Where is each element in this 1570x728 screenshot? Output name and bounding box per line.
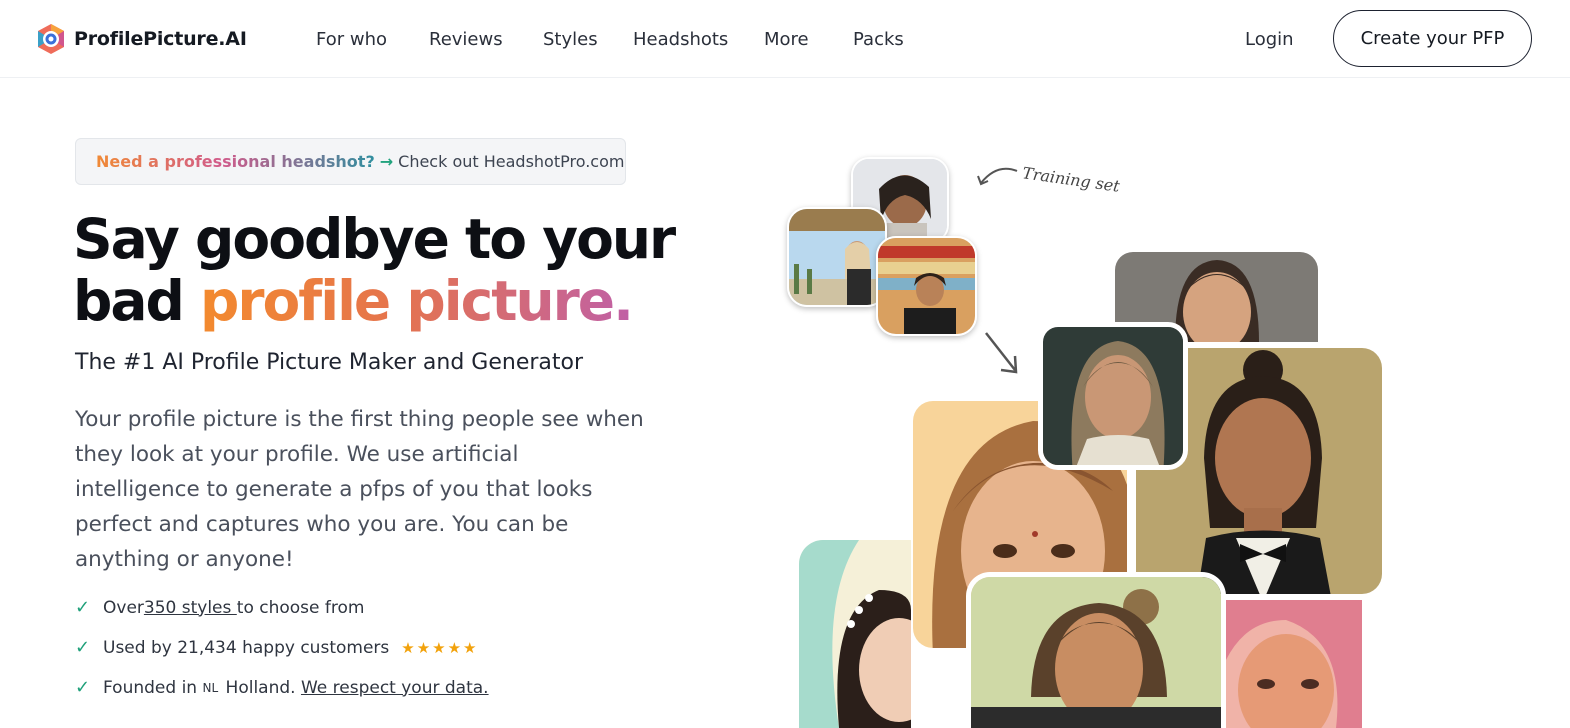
- hero-title-line2: bad profile picture.: [73, 270, 674, 332]
- login-link[interactable]: Login: [1245, 29, 1294, 50]
- training-photo-2: [787, 207, 887, 307]
- styles-link[interactable]: 350 styles: [144, 598, 237, 618]
- portrait-illustration: [1226, 600, 1362, 728]
- hero-title: Say goodbye to your bad profile picture.: [73, 207, 676, 332]
- promo-link[interactable]: Check out HeadshotPro.com: [398, 152, 624, 171]
- arrow-right-icon: →: [379, 152, 394, 171]
- check-icon: ✓: [75, 677, 91, 698]
- headshot-promo-banner[interactable]: Need a professional headshot? → Check ou…: [75, 138, 626, 185]
- generated-photo-dark: [1038, 322, 1188, 470]
- checklist-text: Used by 21,434 happy customers: [103, 637, 390, 658]
- checklist-item-styles: ✓ Over 350 styles to choose from: [75, 597, 364, 618]
- brand-logo[interactable]: ProfilePicture.AI: [34, 22, 247, 56]
- checklist-text: Over: [103, 597, 144, 618]
- nav-item-styles[interactable]: Styles: [543, 29, 598, 50]
- nav-item-for-who[interactable]: For who: [316, 29, 387, 50]
- portrait-illustration: [971, 577, 1221, 728]
- rating-stars-icon: ★★★★★: [401, 638, 479, 657]
- brand-name: ProfilePicture.AI: [74, 28, 247, 50]
- check-icon: ✓: [75, 597, 91, 618]
- nav-item-headshots[interactable]: Headshots: [633, 29, 728, 50]
- hero-title-gradient: profile picture.: [200, 269, 634, 333]
- hero-title-plain: bad: [73, 269, 201, 333]
- checklist-text: Founded in: [103, 677, 203, 698]
- checklist-item-customers: ✓ Used by 21,434 happy customers ★★★★★: [75, 637, 479, 658]
- checklist-text: to choose from: [236, 597, 365, 618]
- curved-arrow-icon: [977, 167, 1018, 186]
- portrait-illustration: [789, 209, 885, 305]
- training-photo-3: [876, 236, 977, 336]
- arrow-down-right-icon: [985, 332, 1018, 374]
- portrait-illustration: [1043, 327, 1183, 465]
- promo-highlight: Need a professional headshot?: [96, 152, 375, 171]
- generated-photo-pink: [1226, 600, 1362, 728]
- hero-description: Your profile picture is the first thing …: [75, 407, 644, 572]
- top-navigation-bar: ProfilePicture.AI For who Reviews Styles…: [0, 0, 1570, 78]
- generated-photo-green: [966, 572, 1226, 728]
- training-set-label: Training set: [1021, 163, 1121, 196]
- checklist-text: Holland.: [220, 677, 301, 698]
- generated-photo-mint: [799, 540, 911, 728]
- create-pfp-button[interactable]: Create your PFP: [1333, 10, 1532, 67]
- portrait-illustration: [878, 238, 975, 334]
- hero-title-line1: Say goodbye to your: [73, 207, 676, 271]
- logo-icon: [38, 24, 64, 54]
- hero-subtitle: The #1 AI Profile Picture Maker and Gene…: [75, 350, 584, 375]
- data-privacy-link[interactable]: We respect your data.: [301, 678, 489, 698]
- portrait-illustration: [799, 540, 911, 728]
- nav-item-packs[interactable]: Packs: [853, 29, 904, 50]
- nl-flag-icon: NL: [202, 680, 219, 695]
- check-icon: ✓: [75, 637, 91, 658]
- nav-item-more[interactable]: More: [764, 29, 809, 50]
- checklist-item-founded: ✓ Founded in NL Holland. We respect your…: [75, 677, 489, 698]
- nav-item-reviews[interactable]: Reviews: [429, 29, 503, 50]
